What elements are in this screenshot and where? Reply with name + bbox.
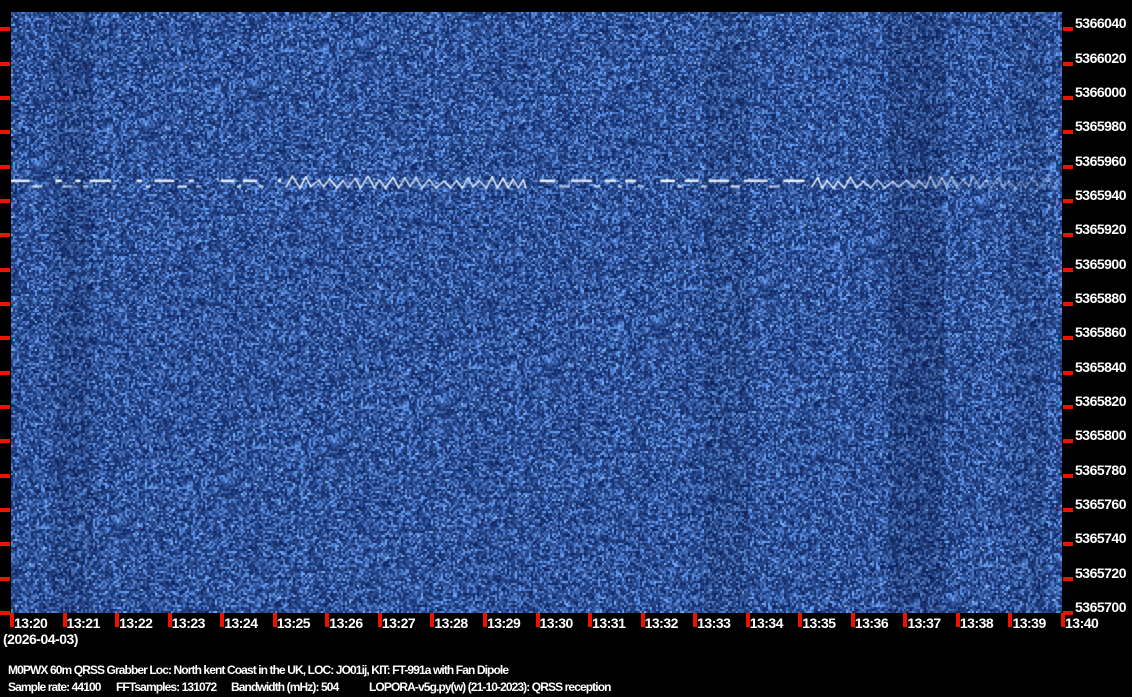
time-axis-label: 13:35 bbox=[802, 615, 836, 631]
freq-tick-left bbox=[0, 473, 10, 478]
freq-axis-label: 5365780 bbox=[1075, 461, 1127, 478]
freq-tick-left bbox=[0, 130, 10, 135]
freq-axis-label: 5365860 bbox=[1075, 324, 1127, 341]
freq-tick-left bbox=[0, 95, 10, 100]
freq-axis-label: 5365740 bbox=[1075, 530, 1127, 547]
time-axis-label: 13:40 bbox=[1065, 615, 1099, 631]
time-axis-label: 13:25 bbox=[276, 615, 311, 631]
time-axis-label: 13:22 bbox=[119, 615, 153, 631]
freq-axis-label: 5365760 bbox=[1075, 495, 1127, 512]
freq-tick-right bbox=[1063, 576, 1073, 581]
time-axis-label: 13:32 bbox=[644, 615, 679, 631]
freq-axis-label: 5365880 bbox=[1075, 289, 1127, 306]
freq-tick-right bbox=[1063, 336, 1073, 341]
freq-tick-right bbox=[1063, 27, 1073, 32]
time-axis-label: 13:28 bbox=[434, 615, 468, 631]
freq-tick-right bbox=[1063, 301, 1073, 306]
freq-tick-right bbox=[1063, 95, 1073, 100]
freq-tick-left bbox=[0, 370, 10, 375]
freq-tick-right bbox=[1063, 507, 1073, 512]
time-axis-label: 13:20 bbox=[14, 615, 48, 631]
footer-bandwidth: Bandwidth (mHz): 504 bbox=[231, 680, 339, 694]
freq-axis-label: 5366020 bbox=[1075, 49, 1127, 66]
time-axis-label: 13:21 bbox=[66, 615, 101, 631]
time-axis-label: 13:30 bbox=[539, 615, 574, 631]
freq-tick-left bbox=[0, 439, 10, 444]
time-axis-label: 13:24 bbox=[224, 615, 258, 631]
time-axis-label: 13:34 bbox=[749, 615, 784, 631]
footer-sample-rate: Sample rate: 44100 bbox=[8, 680, 101, 694]
time-axis-label: 13:31 bbox=[592, 615, 626, 631]
freq-tick-left bbox=[0, 576, 10, 581]
freq-tick-right bbox=[1063, 130, 1073, 135]
time-axis-label: 13:39 bbox=[1012, 615, 1046, 631]
freq-tick-left bbox=[0, 61, 10, 66]
time-axis-label: 13:36 bbox=[854, 615, 889, 631]
freq-tick-right bbox=[1063, 164, 1073, 169]
freq-tick-right bbox=[1063, 542, 1073, 547]
freq-tick-left bbox=[0, 27, 10, 32]
freq-tick-left bbox=[0, 611, 10, 615]
freq-tick-right bbox=[1063, 61, 1073, 66]
time-axis-label: 13:38 bbox=[959, 615, 994, 631]
freq-axis-label: 5365700 bbox=[1075, 599, 1127, 615]
freq-tick-left bbox=[0, 198, 10, 203]
freq-tick-right bbox=[1063, 267, 1073, 272]
freq-axis-label: 5365840 bbox=[1075, 358, 1127, 375]
freq-tick-left bbox=[0, 267, 10, 272]
freq-tick-left bbox=[0, 233, 10, 238]
freq-axis-label: 5366000 bbox=[1075, 83, 1127, 100]
freq-tick-right bbox=[1063, 233, 1073, 238]
freq-tick-left bbox=[0, 542, 10, 547]
footer-station-info: M0PWX 60m QRSS Grabber Loc: North kent C… bbox=[8, 663, 509, 677]
footer-software-version: LOPORA-v5g.py(w) (21-10-2023): QRSS rece… bbox=[369, 680, 611, 694]
time-axis-label: 13:26 bbox=[329, 615, 363, 631]
qrss-grabber-screen: 5366040 5366020 5366000 5365980 5365960 53659… bbox=[0, 0, 1132, 697]
freq-tick-right bbox=[1063, 473, 1073, 478]
freq-tick-right bbox=[1063, 404, 1073, 409]
freq-axis-label: 5365820 bbox=[1075, 392, 1127, 409]
freq-axis-label: 5365960 bbox=[1075, 152, 1127, 169]
time-axis-label: 13:37 bbox=[907, 615, 941, 631]
freq-axis-label: 5365800 bbox=[1075, 427, 1127, 444]
freq-tick-left bbox=[0, 336, 10, 341]
freq-tick-left bbox=[0, 301, 10, 306]
freq-axis-label: 5365980 bbox=[1075, 118, 1127, 135]
time-axis-label: 13:33 bbox=[697, 615, 731, 631]
freq-tick-right bbox=[1063, 198, 1073, 203]
freq-axis-label: 5365920 bbox=[1075, 221, 1127, 238]
freq-axis-label: 5365900 bbox=[1075, 255, 1127, 272]
freq-tick-right bbox=[1063, 370, 1073, 375]
time-axis-label: 13:27 bbox=[381, 615, 416, 631]
freq-axis-label: 5365720 bbox=[1075, 564, 1127, 581]
time-axis-label: 13:29 bbox=[486, 615, 521, 631]
freq-tick-left bbox=[0, 164, 10, 169]
freq-tick-left bbox=[0, 404, 10, 409]
freq-tick-right bbox=[1063, 439, 1073, 444]
footer-fft-samples: FFTsamples: 131072 bbox=[116, 680, 217, 694]
spectrogram-canvas bbox=[11, 12, 1062, 613]
freq-axis-label: 5366040 bbox=[1075, 15, 1127, 32]
freq-axis-label: 5365940 bbox=[1075, 186, 1127, 203]
date-label: (2026-04-03) bbox=[3, 631, 78, 647]
time-axis-label: 13:23 bbox=[171, 615, 206, 631]
freq-tick-left bbox=[0, 507, 10, 512]
